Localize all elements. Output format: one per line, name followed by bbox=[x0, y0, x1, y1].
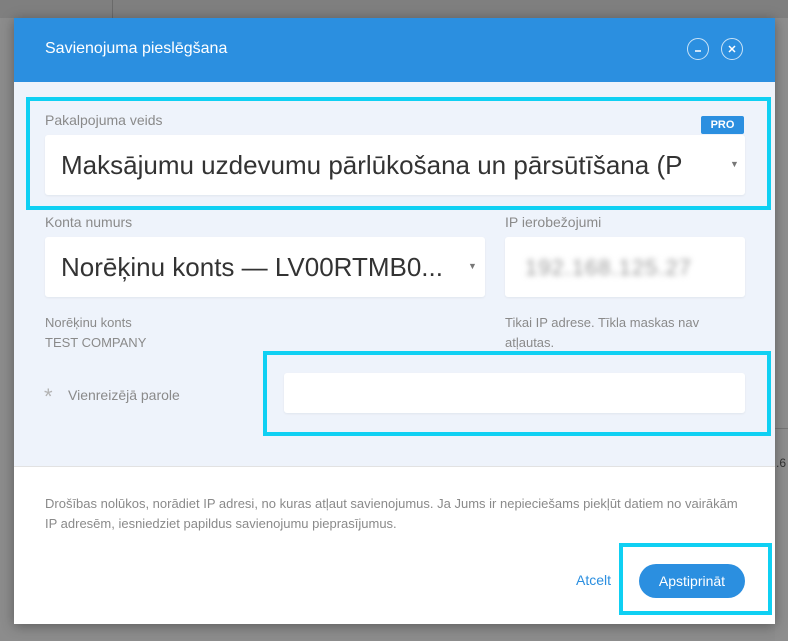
background-top bbox=[0, 0, 788, 18]
dialog-title: Savienojuma pieslēgšana bbox=[45, 40, 228, 57]
chevron-down-icon: ▼ bbox=[730, 159, 739, 169]
background-divider bbox=[112, 0, 113, 18]
confirm-button[interactable]: Apstiprināt bbox=[639, 564, 745, 598]
pro-badge: PRO bbox=[701, 116, 744, 134]
cancel-button[interactable]: Atcelt bbox=[576, 572, 611, 588]
close-icon bbox=[728, 45, 736, 53]
service-type-select[interactable]: Maksājumu uzdevumu pārlūkošana un pārsūt… bbox=[45, 135, 745, 195]
dialog-header: Savienojuma pieslēgšana bbox=[14, 18, 775, 82]
account-number-label: Konta numurs bbox=[45, 214, 133, 230]
account-number-value: Norēķinu konts — LV00RTMB0... bbox=[61, 252, 443, 282]
ip-restrictions-label: IP ierobežojumi bbox=[505, 214, 602, 230]
otp-input[interactable] bbox=[284, 373, 745, 413]
background-edge-text: .6 bbox=[776, 456, 787, 470]
service-type-label: Pakalpojuma veids bbox=[45, 112, 163, 128]
ip-restrictions-input[interactable]: 192.168.125.27 bbox=[505, 237, 745, 297]
connection-dialog: Savienojuma pieslēgšana Pakalpojuma veid… bbox=[14, 18, 775, 624]
footer-divider bbox=[14, 466, 775, 467]
minimize-button[interactable] bbox=[687, 38, 709, 60]
ip-hint-text: Tikai IP adrese. Tīkla maskas nav atļaut… bbox=[505, 315, 700, 350]
otp-label: Vienreizējā parole bbox=[68, 387, 180, 403]
minimize-icon bbox=[695, 50, 701, 52]
account-type-text: Norēķinu konts bbox=[45, 315, 132, 330]
required-star-icon: * bbox=[44, 384, 53, 409]
service-type-value: Maksājumu uzdevumu pārlūkošana un pārsūt… bbox=[61, 150, 683, 180]
account-holder-text: TEST COMPANY bbox=[45, 335, 147, 350]
background-row-line bbox=[775, 428, 788, 429]
ip-restrictions-value: 192.168.125.27 bbox=[525, 255, 692, 280]
close-button[interactable] bbox=[721, 38, 743, 60]
background-right bbox=[775, 18, 788, 641]
footer-notice: Drošības nolūkos, norādiet IP adresi, no… bbox=[45, 496, 738, 531]
account-number-select[interactable]: Norēķinu konts — LV00RTMB0... ▼ bbox=[45, 237, 485, 297]
chevron-down-icon: ▼ bbox=[468, 261, 477, 271]
